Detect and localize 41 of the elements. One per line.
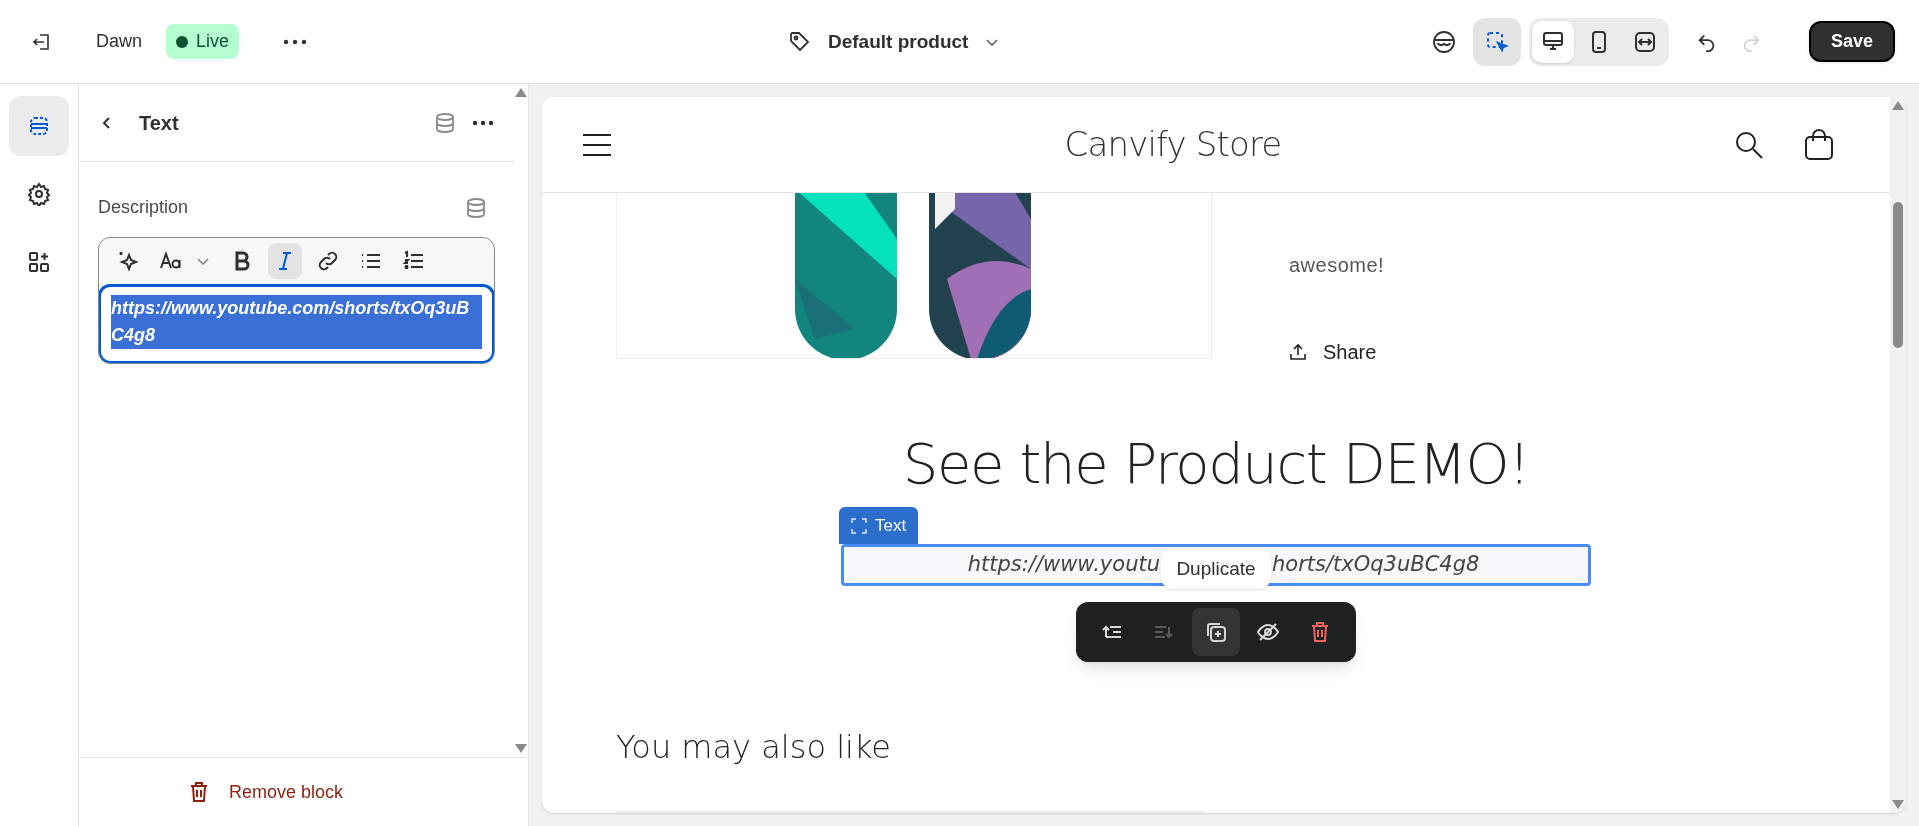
select-cursor-icon bbox=[1484, 29, 1509, 54]
share-icon bbox=[1289, 343, 1307, 361]
field-label: Description bbox=[98, 196, 189, 219]
sections-icon[interactable] bbox=[9, 96, 69, 156]
section-heading: You may also like bbox=[616, 727, 891, 768]
text-content[interactable]: https://www.youtube.com/shorts/txOq3uBC4g8 bbox=[111, 295, 482, 349]
frame-icon bbox=[851, 517, 867, 534]
tooltip: Duplicate bbox=[1161, 549, 1271, 589]
block-text: horts/txOq3uBC4g8 bbox=[1272, 551, 1481, 579]
scroll-up-icon[interactable] bbox=[515, 88, 527, 97]
scroll-up-icon[interactable] bbox=[1892, 101, 1904, 110]
rich-text-editor[interactable]: https://www.youtube.com/shorts/txOq3uBC4g8 bbox=[98, 237, 495, 364]
search-icon[interactable] bbox=[1734, 129, 1764, 160]
template-selector[interactable]: Default product bbox=[780, 22, 1009, 62]
scroll-down-icon[interactable] bbox=[1892, 800, 1904, 809]
block-text: https://www.youtu bbox=[966, 551, 1160, 579]
panel-title: Text bbox=[139, 110, 179, 136]
block-tag[interactable]: Text bbox=[839, 507, 919, 544]
duplicate-icon[interactable] bbox=[1192, 608, 1240, 656]
database-icon[interactable] bbox=[434, 111, 456, 134]
trash-icon bbox=[189, 781, 209, 803]
product-description: awesome! bbox=[1289, 253, 1385, 278]
more-icon[interactable] bbox=[472, 119, 494, 126]
theme-name: Dawn bbox=[96, 30, 143, 53]
scroll-down-icon[interactable] bbox=[515, 744, 527, 753]
status-badge: Live bbox=[166, 24, 240, 59]
store-name[interactable]: Canvify Store bbox=[1064, 119, 1282, 170]
avatar-icon[interactable] bbox=[1430, 28, 1457, 55]
database-icon[interactable] bbox=[465, 196, 487, 219]
italic-icon[interactable] bbox=[268, 243, 302, 279]
cart-icon[interactable] bbox=[1804, 128, 1834, 161]
desktop-view-button[interactable] bbox=[1531, 20, 1574, 63]
section-heading: See the Product DEMO! bbox=[902, 430, 1530, 498]
menu-icon[interactable] bbox=[582, 132, 612, 157]
inspector-button[interactable] bbox=[1472, 17, 1521, 66]
share-button[interactable]: Share bbox=[1289, 337, 1377, 367]
save-button[interactable]: Save bbox=[1808, 21, 1895, 62]
tag-icon bbox=[788, 30, 812, 54]
expand-width-icon bbox=[1632, 29, 1657, 54]
remove-block-button[interactable]: Remove block bbox=[189, 778, 344, 806]
scrollbar-thumb[interactable] bbox=[1893, 202, 1903, 348]
